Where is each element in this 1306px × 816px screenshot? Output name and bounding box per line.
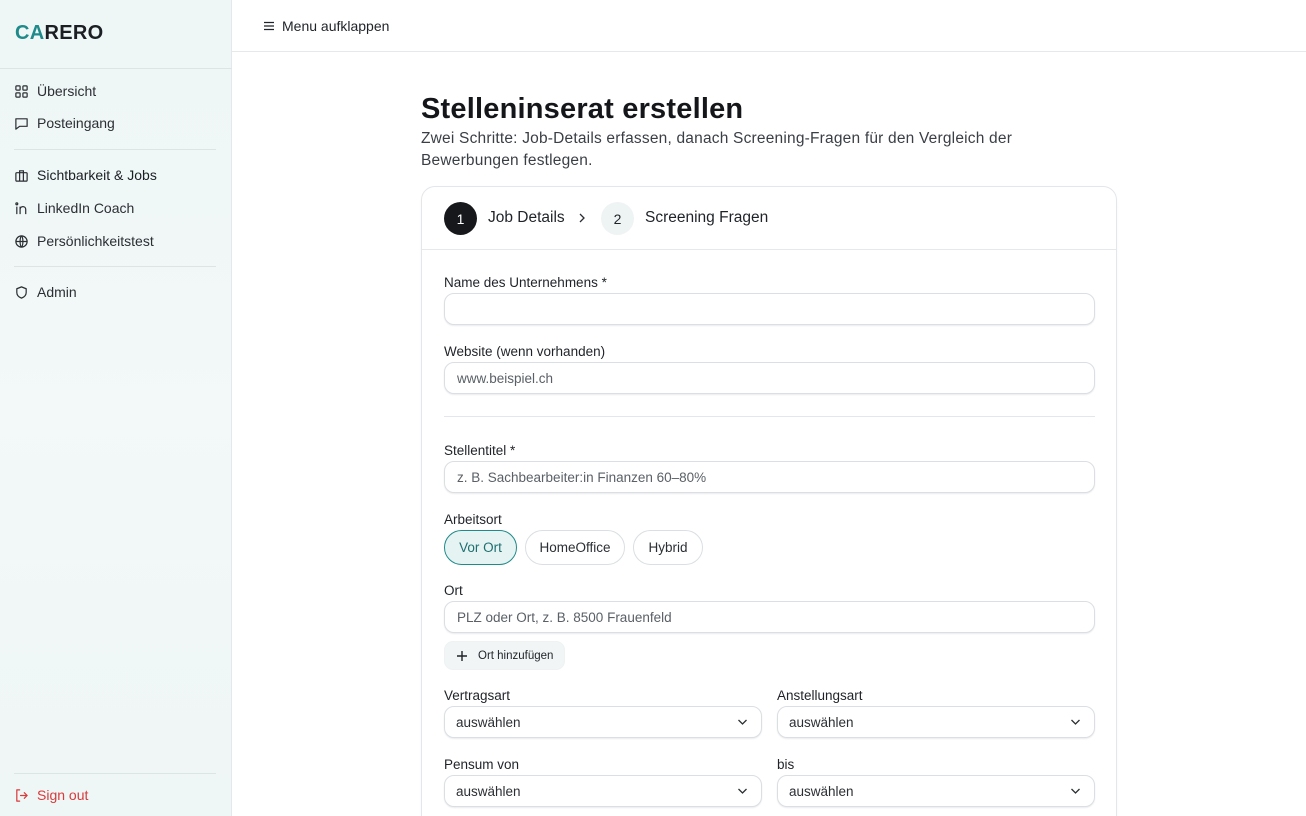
message-icon bbox=[14, 116, 29, 131]
contract-type-value: auswählen bbox=[456, 714, 521, 730]
website-label: Website (wenn vorhanden) bbox=[444, 344, 606, 359]
top-bar: Menu aufklappen bbox=[232, 0, 1306, 52]
page-title: Stelleninserat erstellen bbox=[421, 93, 744, 125]
sidebar-item-label: Posteingang bbox=[37, 115, 115, 131]
step-1-number[interactable]: 1 bbox=[444, 202, 477, 235]
workload-to-select[interactable]: auswählen bbox=[777, 775, 1095, 807]
contract-type-label: Vertragsart bbox=[444, 688, 511, 703]
sidebar-item-posteingang[interactable]: Posteingang bbox=[14, 111, 115, 135]
sidebar-item-uebersicht[interactable]: Übersicht bbox=[14, 79, 96, 103]
stepper: 1 Job Details 2 Screening Fragen bbox=[422, 187, 1116, 250]
chevron-down-icon bbox=[1070, 718, 1081, 726]
sidebar-divider bbox=[14, 773, 216, 774]
sidebar-item-label: Admin bbox=[37, 284, 77, 300]
chevron-down-icon bbox=[1070, 787, 1081, 795]
workload-from-value: auswählen bbox=[456, 783, 521, 799]
workload-from-label: Pensum von bbox=[444, 757, 520, 772]
company-name-input[interactable] bbox=[444, 293, 1095, 325]
workplace-option-vor-ort[interactable]: Vor Ort bbox=[444, 530, 517, 565]
plus-icon bbox=[456, 650, 468, 662]
add-location-button[interactable]: Ort hinzufügen bbox=[444, 641, 566, 670]
website-input[interactable]: www.beispiel.ch bbox=[444, 362, 1095, 394]
menu-toggle-label: Menu aufklappen bbox=[282, 18, 390, 34]
workplace-label: Arbeitsort bbox=[444, 512, 502, 527]
menu-toggle-button[interactable]: Menu aufklappen bbox=[262, 15, 389, 37]
logo[interactable]: CARERO bbox=[15, 22, 103, 45]
chevron-down-icon bbox=[737, 718, 748, 726]
logout-icon bbox=[14, 788, 29, 803]
chevron-down-icon bbox=[737, 787, 748, 795]
page-subtitle: Zwei Schritte: Job-Details erfassen, dan… bbox=[421, 130, 1013, 169]
step-1-label[interactable]: Job Details bbox=[488, 209, 565, 227]
grid-icon bbox=[14, 84, 29, 99]
sidebar-divider bbox=[14, 266, 216, 267]
workplace-option-homeoffice[interactable]: HomeOffice bbox=[525, 530, 625, 565]
globe-icon bbox=[14, 234, 29, 249]
sidebar-item-label: LinkedIn Coach bbox=[37, 200, 135, 216]
sidebar-item-label: Persönlichkeitstest bbox=[37, 233, 154, 249]
company-name-label: Name des Unternehmens * bbox=[444, 275, 607, 290]
sign-out-label: Sign out bbox=[37, 787, 89, 803]
sidebar-item-sichtbarkeit-jobs[interactable]: Sichtbarkeit & Jobs bbox=[14, 163, 157, 187]
sidebar-divider bbox=[0, 68, 232, 69]
job-form-card: 1 Job Details 2 Screening Fragen Name de… bbox=[421, 186, 1117, 816]
sidebar-item-persoenlichkeitstest[interactable]: Persönlichkeitstest bbox=[14, 229, 154, 253]
form-divider bbox=[444, 416, 1095, 417]
workplace-option-hybrid[interactable]: Hybrid bbox=[633, 530, 703, 565]
briefcase-icon bbox=[14, 168, 29, 183]
sign-out-button[interactable]: Sign out bbox=[14, 783, 88, 807]
sidebar-item-label: Übersicht bbox=[37, 83, 97, 99]
contract-type-select[interactable]: auswählen bbox=[444, 706, 762, 738]
step-2-number[interactable]: 2 bbox=[601, 202, 634, 235]
sidebar-item-admin[interactable]: Admin bbox=[14, 280, 77, 304]
sidebar: CARERO Übersicht Posteingang Sichtbarkei… bbox=[0, 0, 232, 816]
workload-to-value: auswählen bbox=[789, 783, 854, 799]
sidebar-divider bbox=[14, 149, 216, 150]
employment-type-select[interactable]: auswählen bbox=[777, 706, 1095, 738]
employment-type-value: auswählen bbox=[789, 714, 854, 730]
step-2-label[interactable]: Screening Fragen bbox=[645, 209, 768, 227]
location-input[interactable]: PLZ oder Ort, z. B. 8500 Frauenfeld bbox=[444, 601, 1095, 633]
logo-rest: RERO bbox=[44, 22, 104, 44]
workload-from-select[interactable]: auswählen bbox=[444, 775, 762, 807]
linkedin-icon bbox=[14, 201, 29, 216]
shield-icon bbox=[14, 285, 29, 300]
workload-to-label: bis bbox=[777, 757, 795, 772]
sidebar-item-linkedin-coach[interactable]: LinkedIn Coach bbox=[14, 196, 134, 220]
chevron-right-icon bbox=[577, 211, 587, 229]
logo-accent: CA bbox=[15, 22, 45, 44]
menu-icon bbox=[262, 19, 276, 33]
job-title-input[interactable]: z. B. Sachbearbeiter:in Finanzen 60–80% bbox=[444, 461, 1095, 493]
job-title-label: Stellentitel * bbox=[444, 443, 516, 458]
add-location-label: Ort hinzufügen bbox=[478, 649, 554, 662]
location-label: Ort bbox=[444, 583, 463, 598]
employment-type-label: Anstellungsart bbox=[777, 688, 863, 703]
sidebar-item-label: Sichtbarkeit & Jobs bbox=[37, 167, 157, 183]
